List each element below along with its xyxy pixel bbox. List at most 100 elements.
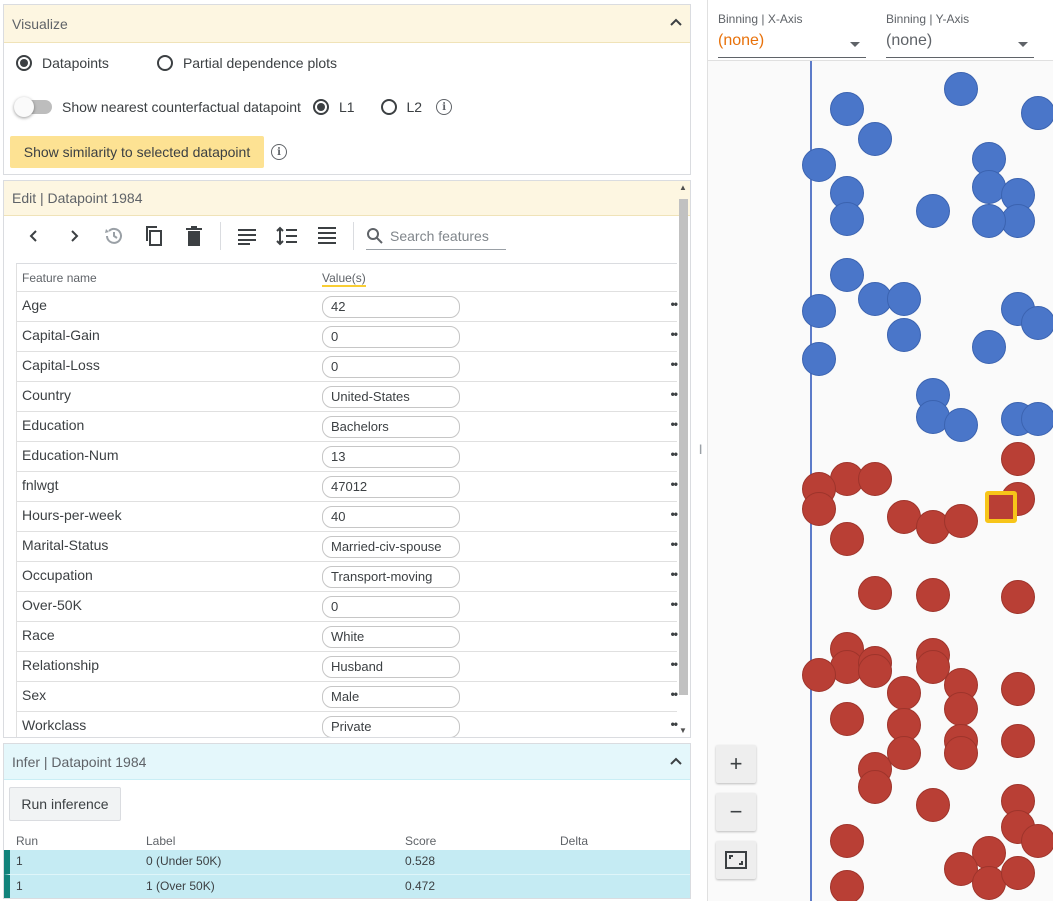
selected-datapoint[interactable] [985, 491, 1017, 523]
datapoint[interactable] [830, 870, 864, 901]
search-features[interactable] [366, 222, 506, 250]
datapoint[interactable] [887, 736, 921, 770]
feature-value-input[interactable]: Bachelors [322, 416, 460, 438]
datapoint[interactable] [1001, 856, 1035, 890]
scroll-thumb[interactable] [679, 199, 688, 695]
datapoint[interactable] [830, 702, 864, 736]
datapoint[interactable] [916, 578, 950, 612]
counterfactual-toggle[interactable] [14, 97, 52, 117]
datapoint[interactable] [802, 658, 836, 692]
datapoint[interactable] [1001, 724, 1035, 758]
more-options-icon[interactable]: •• [671, 357, 678, 371]
datapoint[interactable] [1021, 96, 1053, 130]
datapoint[interactable] [802, 492, 836, 526]
chevron-up-icon[interactable] [668, 15, 684, 31]
sort-variation-icon[interactable] [267, 217, 307, 255]
datapoint[interactable] [1001, 442, 1035, 476]
more-options-icon[interactable]: •• [671, 657, 678, 671]
datapoint[interactable] [802, 148, 836, 182]
datapoint[interactable] [858, 576, 892, 610]
datapoint[interactable] [916, 194, 950, 228]
edit-scrollbar[interactable]: ▲ ▼ [678, 181, 688, 737]
zoom-out-button[interactable]: − [716, 793, 756, 831]
datapoint[interactable] [858, 122, 892, 156]
more-options-icon[interactable]: •• [671, 417, 678, 431]
datapoint-scatter[interactable] [708, 60, 1053, 901]
feature-value-input[interactable]: 47012 [322, 476, 460, 498]
scroll-up-icon[interactable]: ▲ [679, 183, 687, 192]
datapoint[interactable] [1001, 672, 1035, 706]
datapoint[interactable] [830, 92, 864, 126]
drag-handle-icon[interactable]: || [699, 444, 703, 455]
datapoint[interactable] [802, 294, 836, 328]
l2-radio[interactable] [380, 99, 397, 115]
fit-to-screen-button[interactable] [716, 841, 756, 879]
pdp-radio[interactable] [156, 55, 173, 71]
datapoint[interactable] [858, 654, 892, 688]
feature-value-input[interactable]: Transport-moving [322, 566, 460, 588]
datapoint[interactable] [972, 330, 1006, 364]
duplicate-icon[interactable] [134, 217, 174, 255]
datapoint[interactable] [802, 342, 836, 376]
history-icon[interactable] [94, 217, 134, 255]
more-options-icon[interactable]: •• [671, 717, 678, 731]
feature-value-input[interactable]: 40 [322, 506, 460, 528]
datapoint[interactable] [887, 282, 921, 316]
datapoint[interactable] [944, 736, 978, 770]
datapoint[interactable] [887, 676, 921, 710]
binning-x-select[interactable]: (none) [718, 32, 866, 58]
show-similarity-button[interactable]: Show similarity to selected datapoint [10, 136, 264, 168]
search-input[interactable] [388, 226, 503, 245]
feature-value-input[interactable]: Married-civ-spouse [322, 536, 460, 558]
datapoint[interactable] [830, 258, 864, 292]
feature-value-input[interactable]: Husband [322, 656, 460, 678]
datapoint[interactable] [887, 318, 921, 352]
feature-value-input[interactable]: 0 [322, 356, 460, 378]
visualize-header[interactable]: Visualize [4, 5, 690, 43]
more-options-icon[interactable]: •• [671, 387, 678, 401]
datapoint[interactable] [858, 770, 892, 804]
delete-icon[interactable] [174, 217, 214, 255]
feature-value-input[interactable]: 42 [322, 296, 460, 318]
datapoint[interactable] [944, 408, 978, 442]
more-options-icon[interactable]: •• [671, 327, 678, 341]
scroll-down-icon[interactable]: ▼ [679, 726, 687, 735]
sort-absolute-icon[interactable] [307, 217, 347, 255]
info-icon[interactable]: i [271, 144, 287, 160]
more-options-icon[interactable]: •• [671, 687, 678, 701]
more-options-icon[interactable]: •• [671, 507, 678, 521]
zoom-in-button[interactable]: + [716, 745, 756, 783]
infer-header[interactable]: Infer | Datapoint 1984 [4, 744, 690, 780]
feature-value-input[interactable]: Male [322, 686, 460, 708]
datapoint[interactable] [916, 788, 950, 822]
next-datapoint-icon[interactable] [54, 217, 94, 255]
more-options-icon[interactable]: •• [671, 627, 678, 641]
feature-value-input[interactable]: White [322, 626, 460, 648]
value-header[interactable]: Value(s) [322, 271, 366, 287]
more-options-icon[interactable]: •• [671, 297, 678, 311]
datapoint[interactable] [1021, 306, 1053, 340]
feature-value-input[interactable]: Private [322, 716, 460, 737]
sort-alphabetical-icon[interactable] [227, 217, 267, 255]
run-inference-button[interactable]: Run inference [9, 787, 121, 821]
previous-datapoint-icon[interactable] [14, 217, 54, 255]
datapoint[interactable] [830, 202, 864, 236]
datapoint[interactable] [972, 204, 1006, 238]
datapoint[interactable] [944, 504, 978, 538]
feature-value-input[interactable]: 0 [322, 326, 460, 348]
datapoint[interactable] [944, 692, 978, 726]
datapoints-radio[interactable] [16, 55, 32, 71]
datapoint[interactable] [858, 462, 892, 496]
feature-value-input[interactable]: United-States [322, 386, 460, 408]
more-options-icon[interactable]: •• [671, 537, 678, 551]
binning-y-select[interactable]: (none) [886, 32, 1034, 58]
l1-radio[interactable] [312, 99, 329, 115]
info-icon[interactable]: i [436, 99, 453, 115]
datapoint[interactable] [830, 824, 864, 858]
datapoint[interactable] [830, 522, 864, 556]
datapoint[interactable] [944, 72, 978, 106]
chevron-up-icon[interactable] [668, 754, 684, 770]
datapoint[interactable] [1001, 580, 1035, 614]
more-options-icon[interactable]: •• [671, 447, 678, 461]
datapoint[interactable] [1021, 402, 1053, 436]
